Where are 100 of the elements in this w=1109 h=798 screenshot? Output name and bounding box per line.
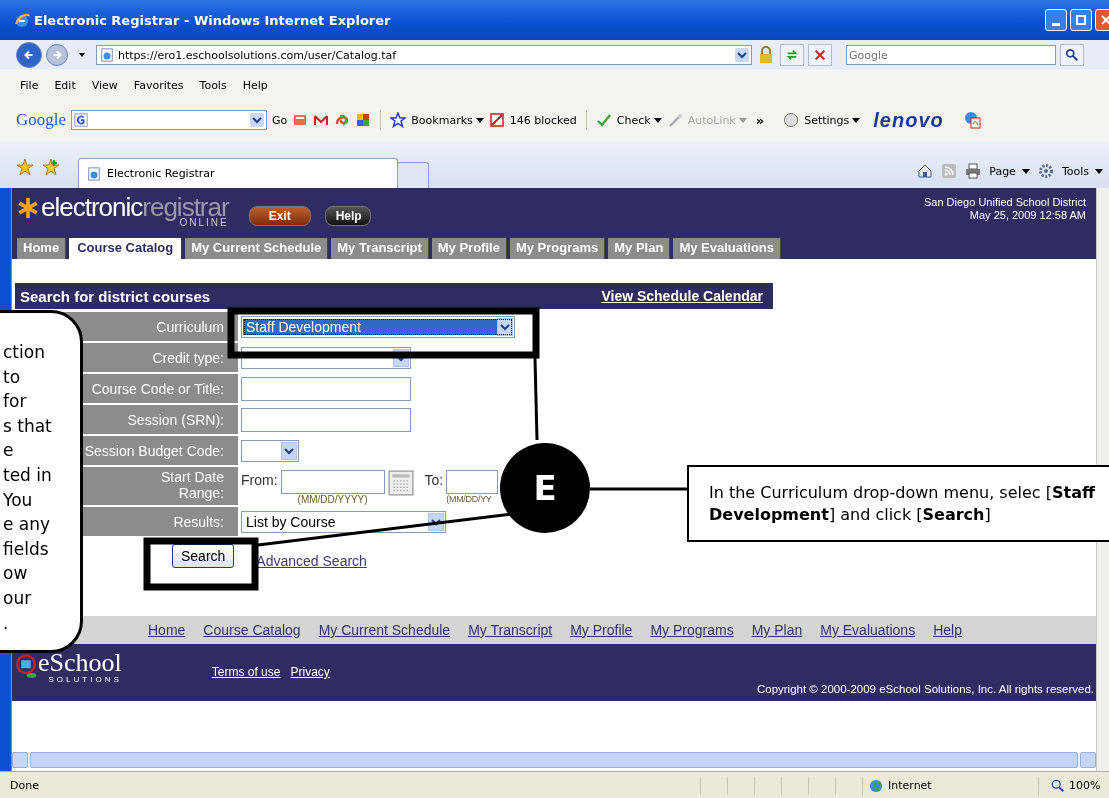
zone-text: Internet [888, 779, 932, 792]
callout-text: You [3, 488, 33, 512]
dropdown-field[interactable] [241, 439, 299, 462]
refresh-arrows-icon [785, 48, 799, 62]
address-field[interactable]: https://ero1.eschoolsolutions.com/user/Catalog.taf [96, 45, 752, 65]
window-title: Electronic Registrar - Windows Internet Explorer [34, 12, 392, 28]
tools-menu[interactable]: Tools [1061, 164, 1089, 178]
text-input[interactable] [241, 407, 411, 432]
footer-link[interactable]: Course Catalog [203, 622, 301, 638]
field-label: Session Budget Code: [84, 442, 224, 459]
favorites-star-icon[interactable] [16, 158, 34, 176]
settings-icon [783, 112, 800, 128]
blocked-count[interactable]: 146 blocked [509, 113, 577, 127]
date-format-hint: (MM/DD/YY [446, 494, 492, 504]
print-icon[interactable] [965, 163, 982, 179]
field-label: Results: [173, 513, 224, 530]
nav-tab[interactable]: Course Catalog [69, 238, 183, 259]
check-menu[interactable]: Check [616, 113, 651, 127]
footer-link[interactable]: Terms of use [211, 665, 281, 679]
brand-logo: lenovo [873, 108, 944, 132]
footer-link[interactable]: My Programs [650, 622, 734, 638]
back-button[interactable] [16, 42, 42, 68]
district-name: San Diego Unified School District [923, 196, 1086, 208]
news-icon[interactable] [292, 112, 309, 128]
footer-link[interactable]: My Plan [751, 622, 803, 638]
zoom-icon[interactable] [1051, 778, 1065, 793]
text-input[interactable] [241, 376, 411, 401]
date-format-hint: (MM/DD/YYYY) [297, 494, 368, 505]
stop-icon [813, 48, 827, 62]
page-icon [100, 48, 114, 62]
google-search-field[interactable] [71, 110, 268, 130]
callout-text: to [3, 365, 21, 389]
footer-link[interactable]: My Transcript [468, 622, 553, 638]
callout-text: In the Curriculum drop-down menu, selec [Staff Development] and click [Search] [709, 482, 1096, 526]
dropdown-field[interactable]: List by Course [241, 510, 446, 533]
footer-link[interactable]: My Evaluations [820, 622, 916, 638]
callout-text: fields [3, 537, 49, 561]
maximize-icon [1075, 14, 1087, 26]
maximize-button[interactable] [1070, 9, 1092, 31]
status-text: Done [10, 779, 40, 792]
menu-item[interactable]: Help [242, 78, 268, 92]
footer-link[interactable]: My Current Schedule [318, 622, 451, 638]
mail-icon[interactable] [313, 112, 330, 128]
browser-tab[interactable]: Electronic Registrar [78, 158, 398, 188]
callout-text: our [3, 586, 32, 610]
zoom-level[interactable]: 100% [1069, 779, 1101, 792]
settings-menu[interactable]: Settings [804, 113, 850, 127]
caret-icon[interactable] [852, 117, 861, 123]
copyright-text: Copyright © 2000-2009 eSchool Solutions, Inc. All rights reserved. [756, 683, 1095, 697]
dropdown-arrow-icon[interactable] [497, 317, 513, 336]
menu-item[interactable]: Tools [199, 78, 227, 92]
caret-icon[interactable] [653, 117, 662, 123]
date-time: May 25, 2009 12:58 AM [969, 209, 1086, 221]
g-icon [74, 113, 89, 127]
footer-link[interactable]: Privacy [290, 665, 330, 679]
caret-icon[interactable] [475, 117, 484, 123]
footer-link[interactable]: My Profile [570, 622, 633, 638]
new-tab-button[interactable] [397, 162, 429, 188]
globe-icon [869, 778, 883, 793]
menu-item[interactable]: Favorites [133, 78, 184, 92]
gear-icon[interactable] [1037, 163, 1054, 179]
menu-item[interactable]: File [20, 78, 39, 92]
bookmarks-menu[interactable]: Bookmarks [411, 113, 473, 127]
field-label: Start Date Range: [159, 468, 224, 501]
search-button[interactable]: Search [172, 544, 235, 568]
asterisk-logo-icon [17, 197, 39, 219]
puzzle-icon[interactable] [355, 112, 372, 128]
go-button[interactable]: Go [272, 113, 288, 127]
callout-text: for [3, 390, 27, 414]
dropdown-field[interactable]: Staff Development [241, 315, 515, 338]
refresh-button[interactable] [780, 44, 804, 66]
field-label: Course Code or Title: [91, 380, 224, 397]
calendar-icon[interactable] [387, 470, 414, 496]
minimize-button[interactable] [1045, 9, 1067, 31]
pdf-icon[interactable] [962, 111, 981, 129]
menu-item[interactable]: Edit [54, 78, 76, 92]
menu-item[interactable]: View [91, 78, 118, 92]
field-label: Session (SRN): [127, 411, 224, 428]
star-icon[interactable] [390, 112, 407, 128]
dropdown-arrow-icon[interactable] [281, 441, 297, 460]
caret-icon[interactable] [1095, 168, 1103, 174]
caret-icon [78, 51, 86, 59]
footer-link[interactable]: Help [933, 622, 962, 638]
stop-button[interactable] [808, 44, 832, 66]
swirl-icon[interactable] [334, 112, 351, 128]
calendar-link[interactable]: View Schedule Calendar [601, 288, 763, 304]
home-icon[interactable] [917, 163, 934, 179]
search-field[interactable]: Google [846, 45, 1056, 65]
help-button[interactable]: Help [324, 206, 371, 226]
date-input[interactable] [280, 470, 385, 494]
add-favorite-icon[interactable] [42, 158, 60, 176]
footer-link[interactable]: Home [148, 622, 186, 638]
callout-text: e [3, 439, 14, 463]
caret-icon[interactable] [1021, 168, 1030, 174]
page-menu[interactable]: Page [989, 164, 1016, 178]
search-button[interactable] [1060, 44, 1084, 66]
more-chevron[interactable]: » [755, 112, 765, 128]
exit-button[interactable]: Exit [248, 206, 311, 226]
forward-button[interactable] [46, 44, 68, 66]
callout-text: s that [3, 414, 52, 438]
